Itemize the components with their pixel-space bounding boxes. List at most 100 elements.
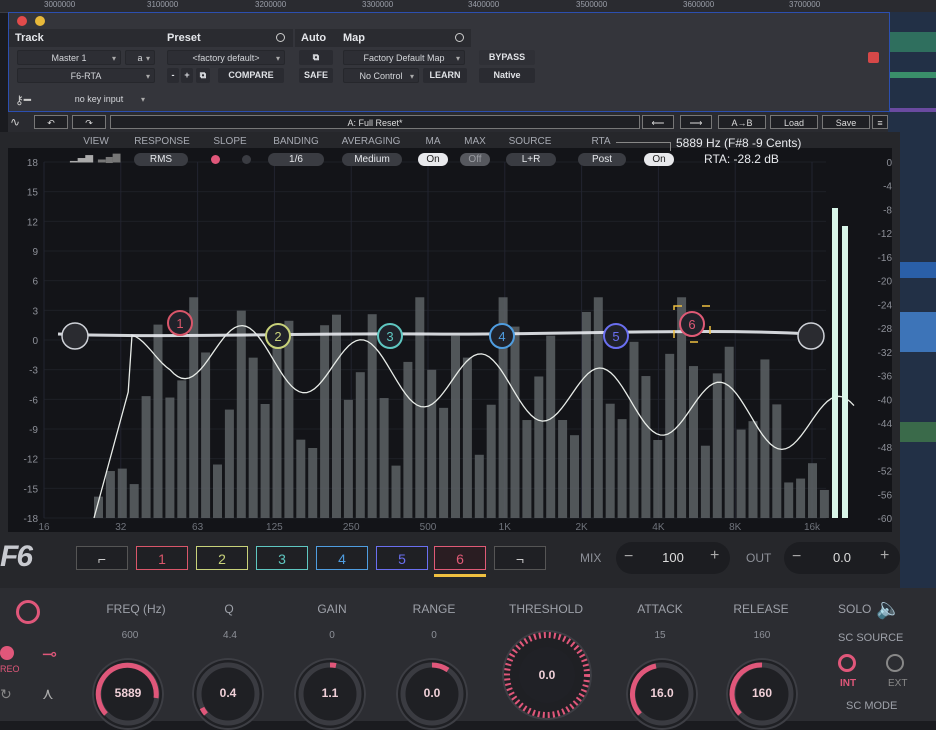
- track-select[interactable]: Master 1: [17, 50, 121, 66]
- prev-preset-button[interactable]: ⟵: [642, 115, 674, 129]
- rta-bar: [819, 489, 829, 518]
- range-knob[interactable]: 0.0: [396, 658, 468, 730]
- ma-toggle[interactable]: On: [418, 153, 448, 166]
- band-3-button[interactable]: 3: [256, 546, 308, 570]
- mix-increment-button[interactable]: +: [710, 547, 719, 565]
- sc-int-button[interactable]: [838, 654, 856, 672]
- out-decrement-button[interactable]: −: [792, 548, 801, 566]
- rta-axis-label: -24: [878, 300, 892, 311]
- rta-bar: [736, 429, 746, 518]
- output-meter-left: [832, 208, 838, 518]
- rta-toggle[interactable]: On: [644, 153, 674, 166]
- rta-axis-label: 0: [886, 158, 892, 169]
- release-knob[interactable]: 160: [726, 658, 798, 730]
- q-knob[interactable]: 0.4: [192, 658, 264, 730]
- view-spectrum-icon[interactable]: ▁▃▅: [70, 152, 93, 163]
- attack-label: ATTACK: [637, 602, 683, 616]
- solo-speaker-icon[interactable]: 🔈: [876, 596, 901, 621]
- map-menu-icon[interactable]: [455, 33, 464, 42]
- preset-next-button[interactable]: +: [181, 68, 193, 83]
- view-bars-icon[interactable]: ▂▄▆: [98, 152, 120, 163]
- band-parameters-panel: REO ⊸ ↻ ⋏ FREQ (Hz) 600 5889 Q 4.4 0.4 G…: [0, 588, 936, 730]
- plugin-host-header: Track Preset Auto Map Master 1 a F6-RTA …: [8, 12, 890, 112]
- compare-button[interactable]: COMPARE: [218, 68, 284, 83]
- slope-option-b[interactable]: [242, 155, 251, 164]
- rta-bar: [248, 357, 258, 518]
- undo-button[interactable]: ↶: [34, 115, 68, 129]
- mix-decrement-button[interactable]: −: [624, 548, 633, 566]
- track-slot-select[interactable]: a: [125, 50, 155, 66]
- rta-axis-label: -8: [883, 205, 892, 216]
- bypass-button[interactable]: BYPASS: [479, 50, 535, 65]
- gain-knob[interactable]: 1.1: [294, 658, 366, 730]
- band-1-button[interactable]: 1: [136, 546, 188, 570]
- response-select[interactable]: RMS: [134, 153, 188, 166]
- redo-button[interactable]: ↷: [72, 115, 106, 129]
- rta-bar: [700, 445, 710, 518]
- attack-knob[interactable]: 16.0: [626, 658, 698, 730]
- learn-button[interactable]: LEARN: [423, 68, 467, 83]
- eq-graph[interactable]: 18 15 12 9 6 3 0 -3 -6 -9 -12 -15 -18 16 32 63 125 250 500…: [8, 148, 892, 532]
- gain-value: 1.1: [321, 686, 339, 700]
- rta-bar: [522, 420, 532, 518]
- mix-stepper[interactable]: − 100 +: [616, 542, 730, 574]
- native-button[interactable]: Native: [479, 68, 535, 83]
- rta-bar: [772, 404, 782, 518]
- link-icon[interactable]: ↻: [0, 686, 12, 703]
- rta-bar: [391, 465, 401, 518]
- auto-plugin-icon[interactable]: ⧉: [299, 50, 333, 65]
- shape-icon[interactable]: ⋏: [42, 684, 54, 704]
- freq-knob[interactable]: 5889: [92, 658, 164, 730]
- plugin-close-icon[interactable]: [868, 52, 879, 63]
- stereo-mode-icon[interactable]: [0, 646, 14, 660]
- slope-option-a[interactable]: [211, 155, 220, 164]
- q-default: 4.4: [223, 630, 237, 641]
- rta-bar: [260, 403, 270, 518]
- threshold-knob[interactable]: 0.0: [502, 630, 592, 720]
- mix-value[interactable]: 100: [646, 550, 700, 565]
- gain-axis-label: 6: [32, 277, 38, 288]
- band-5-button[interactable]: 5: [376, 546, 428, 570]
- rta-bar: [784, 482, 794, 518]
- window-minimize-button[interactable]: [35, 16, 45, 26]
- ab-compare-button[interactable]: A→B: [718, 115, 766, 129]
- rta-axis-label: -52: [878, 467, 892, 478]
- preset-select[interactable]: <factory default>: [167, 50, 285, 66]
- max-toggle[interactable]: Off: [460, 153, 490, 166]
- load-button[interactable]: Load: [770, 115, 818, 129]
- q-label: Q: [224, 602, 234, 616]
- dynamic-mode-icon[interactable]: ⊸: [42, 644, 57, 665]
- rta-bar: [712, 373, 722, 518]
- copy-settings-icon[interactable]: ⧉: [196, 68, 210, 83]
- sc-ext-button[interactable]: [886, 654, 904, 672]
- map-control-select[interactable]: No Control: [343, 68, 419, 84]
- next-preset-button[interactable]: ⟶: [680, 115, 712, 129]
- banding-select[interactable]: 1/6: [268, 153, 324, 166]
- power-icon[interactable]: [16, 600, 40, 624]
- band-highshelf-button[interactable]: ¬: [494, 546, 546, 570]
- preset-name-field[interactable]: A: Full Reset*: [110, 115, 640, 129]
- rta-bar: [808, 463, 817, 518]
- map-select[interactable]: Factory Default Map: [343, 50, 465, 66]
- band-4-button[interactable]: 4: [316, 546, 368, 570]
- attack-default: 15: [654, 630, 666, 641]
- gain-label: GAIN: [317, 602, 347, 616]
- out-increment-button[interactable]: +: [880, 547, 889, 565]
- window-close-button[interactable]: [17, 16, 27, 26]
- preset-prev-button[interactable]: -: [167, 68, 179, 83]
- averaging-select[interactable]: Medium: [342, 153, 402, 166]
- save-button[interactable]: Save: [822, 115, 870, 129]
- safe-button[interactable]: SAFE: [299, 68, 333, 83]
- key-input-select[interactable]: no key input: [49, 92, 149, 107]
- out-value[interactable]: 0.0: [814, 550, 870, 565]
- plugin-insert-select[interactable]: F6-RTA: [17, 68, 155, 84]
- rta-mode-select[interactable]: Post: [578, 153, 626, 166]
- out-stepper[interactable]: − 0.0 +: [784, 542, 900, 574]
- band-lowshelf-button[interactable]: ⌐: [76, 546, 128, 570]
- menu-icon[interactable]: ≡: [872, 115, 888, 129]
- rta-bar: [474, 454, 484, 518]
- band-6-button[interactable]: 6: [434, 546, 486, 570]
- band-2-button[interactable]: 2: [196, 546, 248, 570]
- preset-menu-icon[interactable]: [276, 33, 285, 42]
- source-select[interactable]: L+R: [506, 153, 556, 166]
